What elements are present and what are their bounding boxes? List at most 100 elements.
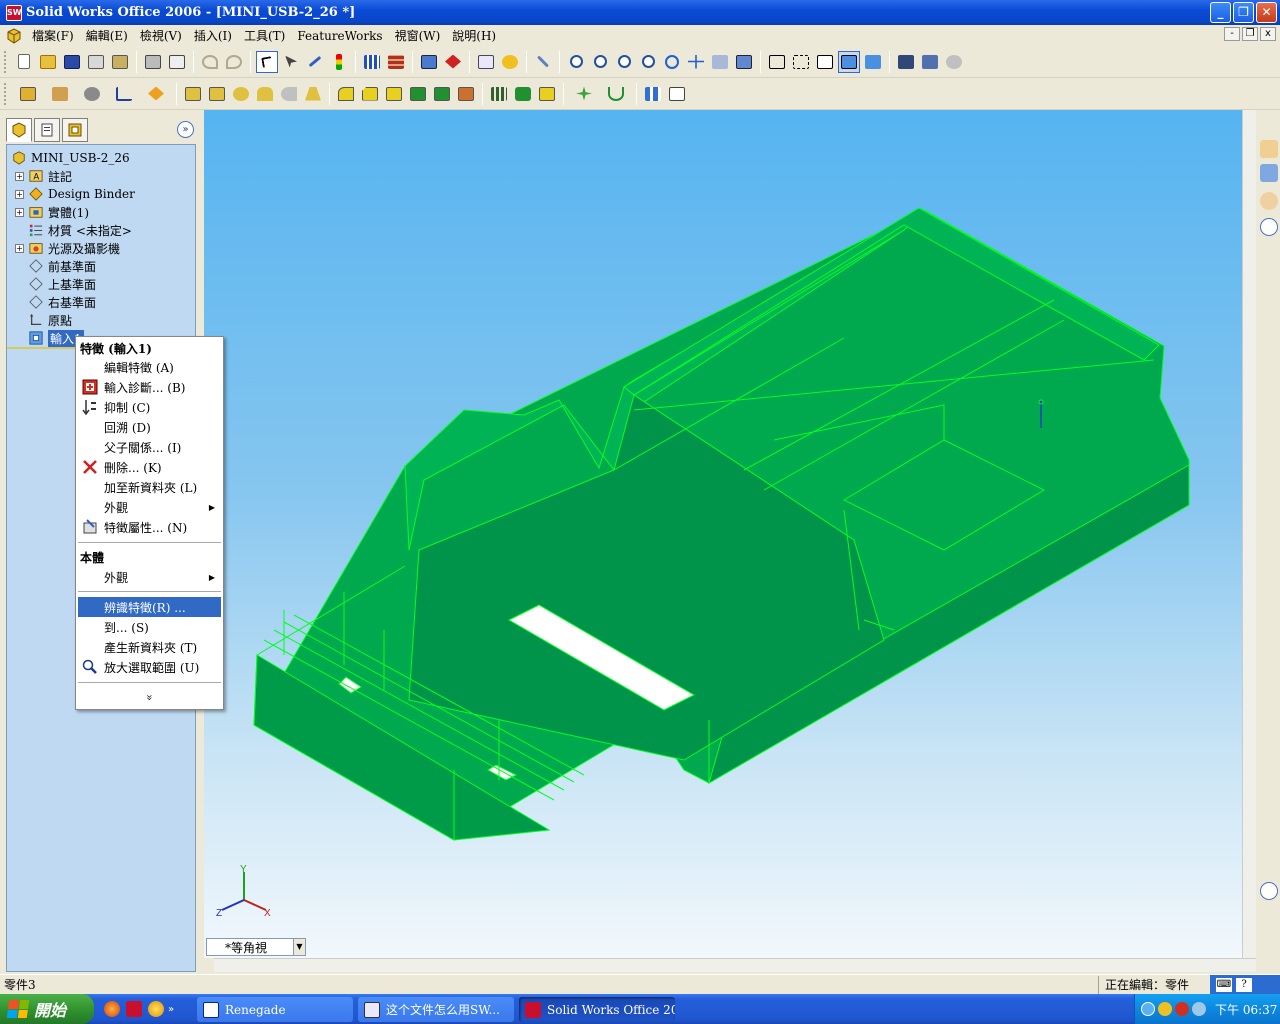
fillet-icon[interactable] [335, 83, 357, 105]
shaded-icon[interactable] [862, 51, 884, 73]
dome-icon[interactable] [431, 83, 453, 105]
new-icon[interactable] [13, 51, 35, 73]
sketch-relations-icon[interactable] [45, 83, 75, 105]
extrude-icon[interactable] [182, 83, 204, 105]
print-icon[interactable] [142, 51, 164, 73]
zoom-fit-icon[interactable] [565, 51, 587, 73]
network-icon[interactable] [1192, 1002, 1206, 1016]
menu-feature-properties[interactable]: 特徵屬性... (N) [78, 517, 221, 537]
tree-root[interactable]: MINI_USB-2_26 [11, 149, 130, 167]
menu-window[interactable]: 視窗(W) [389, 27, 447, 44]
menu-goto[interactable]: 到... (S) [78, 617, 221, 637]
hidden-lines-icon[interactable] [790, 51, 812, 73]
print-setup-icon[interactable] [85, 51, 107, 73]
3d-icon[interactable] [709, 51, 731, 73]
tree-item-annotations[interactable]: + A 註記 [15, 167, 72, 185]
solidworks-app-icon[interactable]: SW [6, 4, 22, 21]
start-button[interactable]: 開始 [0, 994, 94, 1024]
doc-restore-button[interactable]: ❐ [1242, 27, 1258, 41]
open-icon[interactable] [37, 51, 59, 73]
menu-help[interactable]: 說明(H) [446, 27, 502, 44]
toolbar-grip[interactable] [4, 50, 8, 73]
menu-view[interactable]: 檢視(V) [134, 27, 188, 44]
close-button[interactable]: ✕ [1256, 2, 1277, 23]
keyboard-icon[interactable]: ⌨ [1216, 978, 1232, 992]
expand-icon[interactable]: + [15, 243, 24, 253]
sketch-line-icon[interactable] [109, 83, 139, 105]
chevron-down-icon[interactable]: ▼ [293, 939, 305, 955]
chamfer-icon[interactable] [359, 83, 381, 105]
pan-icon[interactable] [685, 51, 707, 73]
section-icon[interactable] [919, 51, 941, 73]
doc-minimize-button[interactable]: - [1224, 27, 1240, 41]
select-icon[interactable] [256, 50, 278, 73]
expand-icon[interactable]: + [15, 207, 24, 217]
view-orientation-select[interactable]: *等角視 ▼ [206, 938, 306, 956]
draft-icon[interactable] [383, 83, 405, 105]
menu-edit-feature[interactable]: 編輯特徵 (A) [78, 357, 221, 377]
grid-icon[interactable] [361, 51, 383, 73]
menu-edit[interactable]: 編輯(E) [80, 27, 134, 44]
sweep-icon[interactable] [254, 83, 276, 105]
solidworks-menu-icon[interactable] [6, 27, 22, 44]
menu-insert[interactable]: 插入(I) [188, 27, 238, 44]
firefox-icon[interactable] [104, 1001, 120, 1017]
task-document[interactable]: 这个文件怎么用SW... [358, 997, 514, 1022]
linear-pattern-icon[interactable] [536, 83, 558, 105]
menu-body-appearance[interactable]: 外觀 ▶ [78, 567, 221, 587]
cut-icon[interactable] [206, 83, 228, 105]
toolbar-grip[interactable] [4, 82, 8, 105]
tray-arrow-icon[interactable] [1141, 1002, 1155, 1016]
zoom-selection-icon[interactable] [637, 51, 659, 73]
3d-model[interactable]: Y X Z [204, 110, 1242, 958]
checklist-icon[interactable] [666, 83, 688, 105]
tree-item-lights-cameras[interactable]: + 光源及攝影機 [15, 239, 120, 257]
shield-icon[interactable] [1158, 1002, 1172, 1016]
shaded-edges-icon[interactable] [838, 50, 860, 73]
title-bar[interactable]: SW Solid Works Office 2006 - [MINI_USB-2… [0, 0, 1280, 25]
config-tab-icon[interactable] [62, 118, 88, 142]
security-icon[interactable] [1175, 1002, 1189, 1016]
pattern-icon[interactable] [488, 83, 510, 105]
rib-icon[interactable] [407, 83, 429, 105]
menu-featureworks[interactable]: FeatureWorks [291, 29, 388, 43]
graphics-area[interactable]: Y X Z [204, 110, 1242, 958]
zoom-area-icon[interactable] [589, 51, 611, 73]
sketch-icon[interactable] [304, 51, 326, 73]
dimension-icon[interactable] [418, 51, 440, 73]
menu-expand-more[interactable]: » [78, 687, 221, 707]
menu-parent-child[interactable]: 父子關係... (I) [78, 437, 221, 457]
list-icon[interactable] [475, 51, 497, 73]
solidworks-icon[interactable] [126, 1001, 142, 1017]
help-icon[interactable]: ? [1236, 978, 1252, 992]
task-renegade[interactable]: Renegade [197, 997, 353, 1022]
curves-icon[interactable] [601, 83, 631, 105]
expand-icon[interactable]: + [15, 189, 24, 199]
reference-icon[interactable] [569, 83, 599, 105]
property-tab-icon[interactable] [34, 118, 60, 142]
menu-delete[interactable]: 刪除... (K) [78, 457, 221, 477]
smart-icon[interactable] [442, 51, 464, 73]
mirror-icon[interactable] [512, 83, 534, 105]
search-icon[interactable] [1260, 192, 1278, 210]
undo-icon[interactable] [199, 51, 221, 73]
menu-create-folder[interactable]: 產生新資料夾 (T) [78, 637, 221, 657]
rebuild-icon[interactable] [328, 51, 350, 73]
tree-item-front-plane[interactable]: 前基準面 [28, 257, 96, 275]
library-icon[interactable] [1260, 164, 1278, 182]
quick-launch-more-icon[interactable]: » [168, 1004, 174, 1015]
print-preview-icon[interactable] [166, 51, 188, 73]
collapse-panel-button[interactable]: » [177, 121, 194, 138]
doc-close-button[interactable]: x [1260, 27, 1276, 41]
revolve-icon[interactable] [230, 83, 252, 105]
hidden-removed-icon[interactable] [814, 51, 836, 73]
vertical-scrollbar[interactable] [1242, 110, 1256, 958]
collapse-left-icon[interactable] [1260, 218, 1278, 236]
wireframe-icon[interactable] [766, 51, 788, 73]
menu-tools[interactable]: 工具(T) [238, 27, 291, 44]
plane-icon[interactable] [141, 83, 171, 105]
menu-recognize-features[interactable]: 辨識特徵(R) ... [78, 597, 221, 617]
rotate-icon[interactable] [661, 51, 683, 73]
options-icon[interactable] [109, 51, 131, 73]
tree-item-design-binder[interactable]: + Design Binder [15, 185, 135, 203]
